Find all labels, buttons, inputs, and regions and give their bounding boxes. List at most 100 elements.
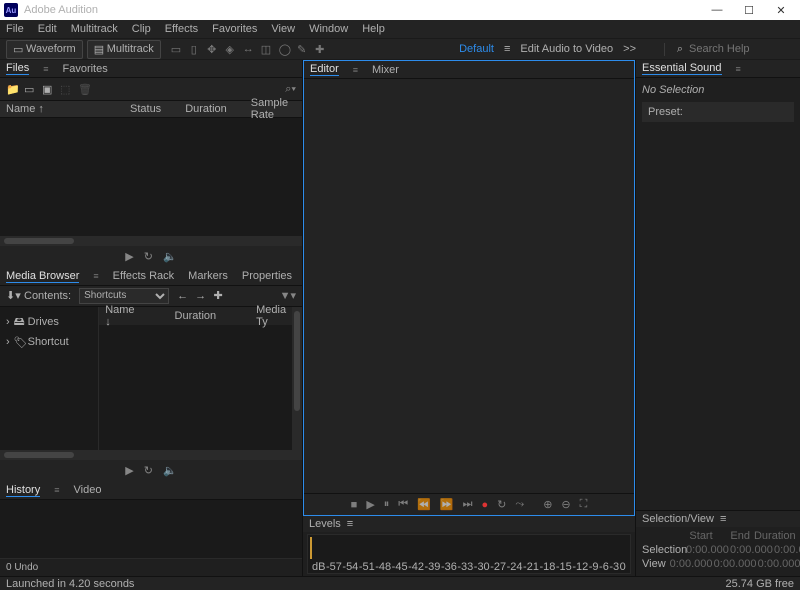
levels-menu-icon[interactable]: ≡ (347, 518, 353, 530)
skip-start-icon[interactable]: ⏮ (398, 498, 408, 511)
files-search-icon[interactable]: ⌕▾ (285, 83, 296, 96)
mb-tree-icon[interactable]: ⬇▾ (6, 289, 16, 302)
mb-scrollbar[interactable] (292, 307, 302, 450)
tab-essential-sound[interactable]: Essential Sound (642, 62, 722, 75)
minimize-button[interactable]: — (702, 4, 732, 17)
tab-effects-rack[interactable]: Effects Rack (113, 270, 175, 282)
drive-icon: 🖴 (14, 313, 24, 332)
mb-col-duration[interactable]: Duration (175, 310, 217, 322)
new-shortcut-icon[interactable]: ✚ (213, 289, 223, 302)
tab-selview[interactable]: Selection/View (642, 513, 714, 525)
loop-icon[interactable]: ↻ (144, 250, 153, 263)
menu-view[interactable]: View (271, 23, 295, 35)
skip-selection-icon[interactable]: ⤳ (515, 498, 524, 511)
ess-menu-icon[interactable]: ≡ (736, 64, 741, 74)
history-menu-icon[interactable]: ≡ (54, 485, 59, 495)
tool-icon-1[interactable]: ▭ (171, 43, 181, 56)
menu-window[interactable]: Window (309, 23, 348, 35)
slip-tool-icon[interactable]: ↔ (243, 43, 253, 56)
rewind-icon[interactable]: ⏪ (417, 498, 431, 511)
tab-levels[interactable]: Levels (309, 518, 341, 530)
tab-properties[interactable]: Properties (242, 270, 292, 282)
col-duration[interactable]: Duration (185, 103, 227, 115)
history-panel: History ≡ Video 0 Undo (0, 482, 302, 576)
tab-favorites[interactable]: Favorites (63, 63, 108, 75)
menu-clip[interactable]: Clip (132, 23, 151, 35)
tab-history[interactable]: History (6, 484, 40, 497)
col-name[interactable]: Name ↑ (6, 103, 106, 115)
history-list[interactable] (0, 500, 302, 558)
zoom-full-icon[interactable]: ⛶ (580, 498, 588, 511)
col-status[interactable]: Status (130, 103, 161, 115)
lasso-tool-icon[interactable]: ◯ (279, 43, 289, 56)
play-icon[interactable]: ▶ (125, 250, 133, 263)
workspace-more-icon[interactable]: >> (623, 43, 636, 55)
preset-row[interactable]: Preset: (642, 102, 794, 122)
files-list[interactable] (0, 118, 302, 236)
move-tool-icon[interactable]: ✥ (207, 43, 217, 56)
undo-count: 0 Undo (0, 558, 302, 576)
open-file-icon[interactable]: 📁 (6, 83, 16, 96)
editor-loop-icon[interactable]: ↻ (497, 498, 506, 511)
record-icon[interactable]: ● (482, 499, 489, 511)
contents-select[interactable]: Shortcuts (79, 288, 169, 304)
selview-row-view: View0:00.0000:00.0000:00.000 (642, 557, 794, 571)
tab-video[interactable]: Video (74, 484, 102, 496)
mb-loop-icon[interactable]: ↻ (144, 464, 153, 477)
status-free: 25.74 GB free (726, 578, 795, 590)
zoom-out-icon[interactable]: ⊖ (561, 498, 570, 511)
waveform-button[interactable]: ▭Waveform (6, 40, 83, 59)
maximize-button[interactable]: ☐ (734, 4, 764, 17)
menu-help[interactable]: Help (362, 23, 385, 35)
editor-canvas[interactable] (304, 79, 634, 493)
trash-icon: 🗑 (78, 83, 88, 96)
heal-tool-icon[interactable]: ✚ (315, 43, 325, 56)
ffwd-icon[interactable]: ⏩ (440, 498, 454, 511)
tab-media-browser[interactable]: Media Browser (6, 270, 79, 283)
skip-end-icon[interactable]: ⏭ (463, 498, 473, 511)
files-menu-icon[interactable]: ≡ (43, 64, 48, 74)
mb-menu-icon[interactable]: ≡ (93, 271, 98, 281)
menu-edit[interactable]: Edit (38, 23, 57, 35)
menu-multitrack[interactable]: Multitrack (71, 23, 118, 35)
close-button[interactable]: ✕ (766, 4, 796, 17)
brush-tool-icon[interactable]: ✎ (297, 43, 307, 56)
levels-meter[interactable]: dB-57-54-51-48-45-42-39-36-33-30-27-24-2… (307, 534, 631, 574)
zoom-in-icon[interactable]: ⊕ (543, 498, 552, 511)
multitrack-button[interactable]: ▤Multitrack (87, 40, 161, 59)
tab-editor[interactable]: Editor (310, 63, 339, 76)
editor-play-icon[interactable]: ▶ (366, 498, 374, 511)
workspace-default[interactable]: Default (459, 43, 494, 55)
workspace-menu-icon[interactable]: ≡ (504, 43, 510, 55)
new-file-icon[interactable]: ▭ (24, 83, 34, 96)
tab-mixer[interactable]: Mixer (372, 64, 399, 76)
mb-list[interactable] (99, 325, 292, 450)
editor-menu-icon[interactable]: ≡ (353, 65, 358, 75)
mb-autoplay-icon[interactable]: 🔈 (163, 464, 177, 477)
mb-hscroll[interactable] (0, 450, 302, 460)
mb-play-icon[interactable]: ▶ (125, 464, 133, 477)
autoplay-icon[interactable]: 🔈 (163, 250, 177, 263)
levels-ruler: dB-57-54-51-48-45-42-39-36-33-30-27-24-2… (308, 561, 630, 573)
menu-favorites[interactable]: Favorites (212, 23, 257, 35)
tree-drives[interactable]: ›🖴Drives (6, 311, 92, 334)
editor-transport: ■ ▶ ⏸ ⏮ ⏪ ⏩ ⏭ ● ↻ ⤳ ⊕ ⊖ ⛶ (304, 493, 634, 515)
filter-icon[interactable]: ▼▾ (280, 289, 296, 302)
files-scrollbar[interactable] (0, 236, 302, 246)
tab-markers[interactable]: Markers (188, 270, 228, 282)
tree-shortcut[interactable]: ›🏷Shortcut (6, 334, 92, 351)
selview-menu-icon[interactable]: ≡ (720, 513, 726, 525)
fwd-icon[interactable]: → (195, 290, 205, 302)
workspace-eav[interactable]: Edit Audio to Video (520, 43, 613, 55)
new-multitrack-icon[interactable]: ▣ (42, 83, 52, 96)
marquee-tool-icon[interactable]: ◫ (261, 43, 271, 56)
tab-files[interactable]: Files (6, 62, 29, 75)
search-input[interactable] (689, 43, 779, 55)
pause-icon[interactable]: ⏸ (384, 498, 390, 511)
back-icon[interactable]: ← (177, 290, 187, 302)
menu-file[interactable]: File (6, 23, 24, 35)
menu-effects[interactable]: Effects (165, 23, 198, 35)
razor-tool-icon[interactable]: ◈ (225, 43, 235, 56)
stop-icon[interactable]: ■ (351, 499, 358, 511)
tool-icon-2[interactable]: ▯ (189, 43, 199, 56)
